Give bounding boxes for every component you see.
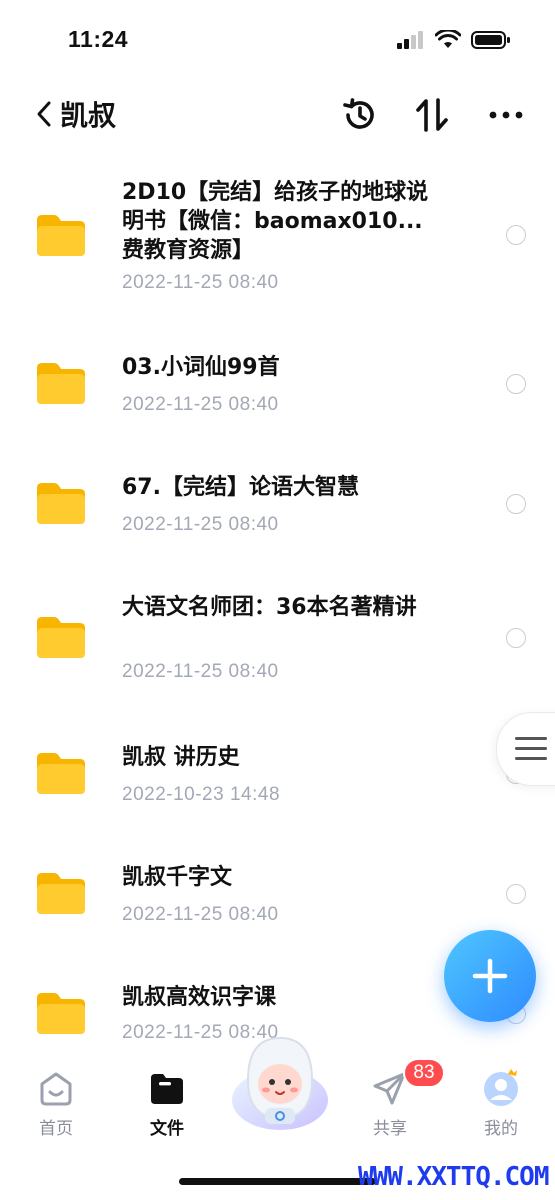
file-name: 凯叔千字文	[122, 865, 233, 890]
nav-bar: 凯叔	[0, 80, 555, 150]
list-item[interactable]: 大语文名师团：36本名著精讲 2022-11-25 08:40	[0, 590, 555, 690]
list-item[interactable]: 03.小词仙99首 2022-11-25 08:40	[0, 350, 555, 430]
mascot-icon	[232, 1036, 328, 1130]
chevron-left-icon	[37, 101, 51, 127]
folder-icon	[37, 483, 85, 524]
avatar-icon	[484, 1069, 518, 1106]
tab-label: 我的	[484, 1119, 518, 1139]
file-name: 凯叔 讲历史	[122, 745, 240, 770]
sort-icon	[416, 98, 448, 132]
status-icons	[397, 30, 511, 50]
folder-icon	[37, 617, 85, 658]
file-date: 2022-11-25 08:40	[122, 661, 279, 682]
home-icon	[40, 1072, 72, 1106]
list-item[interactable]: 凯叔千字文 2022-11-25 08:40	[0, 860, 555, 940]
page-title: 凯叔	[60, 99, 117, 132]
mascot-button[interactable]	[230, 1030, 330, 1130]
folder-icon	[37, 873, 85, 914]
file-date: 2022-10-23 14:48	[122, 784, 281, 805]
file-date: 2022-11-25 08:40	[122, 272, 279, 293]
file-name: 2D10【完结】给孩子的地球说明书【微信：baomax010...费教育资源】	[122, 180, 429, 263]
menu-icon	[515, 737, 547, 760]
history-icon	[343, 98, 374, 129]
file-name: 03.小词仙99首	[122, 355, 280, 380]
history-button[interactable]	[339, 94, 381, 136]
share-badge: 83	[403, 1058, 445, 1088]
tab-label: 共享	[373, 1119, 407, 1139]
tab-label: 文件	[150, 1119, 184, 1139]
file-date: 2022-11-25 08:40	[122, 394, 279, 415]
file-name: 67.【完结】论语大智慧	[122, 475, 359, 500]
tab-files[interactable]: 文件	[122, 1050, 212, 1150]
select-radio[interactable]	[506, 884, 526, 904]
file-name: 凯叔高效识字课	[122, 985, 277, 1010]
more-button[interactable]	[485, 94, 527, 136]
select-radio[interactable]	[506, 494, 526, 514]
status-time: 11:24	[68, 26, 129, 52]
add-button[interactable]	[444, 930, 536, 1022]
file-date: 2022-11-25 08:40	[122, 904, 279, 925]
tab-me[interactable]: 我的	[456, 1050, 546, 1150]
home-indicator	[179, 1178, 376, 1185]
back-button[interactable]: 凯叔	[36, 94, 116, 134]
folder-icon	[37, 753, 85, 794]
watermark: WWW.XXTTQ.COM	[358, 1162, 549, 1192]
select-radio[interactable]	[506, 628, 526, 648]
folder-icon	[151, 1074, 183, 1104]
list-item[interactable]: 2D10【完结】给孩子的地球说明书【微信：baomax010...费教育资源】 …	[0, 175, 555, 295]
status-bar: 11:24	[0, 0, 555, 80]
file-date: 2022-11-25 08:40	[122, 514, 279, 535]
signal-icon	[397, 31, 423, 49]
battery-icon	[471, 31, 510, 49]
list-item[interactable]: 凯叔 讲历史 2022-10-23 14:48	[0, 740, 555, 820]
folder-icon	[37, 363, 85, 404]
tab-label: 首页	[39, 1119, 73, 1139]
wifi-icon	[435, 30, 461, 48]
select-radio[interactable]	[506, 225, 526, 245]
file-name: 大语文名师团：36本名著精讲	[122, 595, 417, 620]
plus-icon	[472, 958, 508, 994]
folder-icon	[37, 215, 85, 256]
sort-button[interactable]	[411, 94, 453, 136]
more-icon	[489, 111, 523, 119]
select-radio[interactable]	[506, 374, 526, 394]
tab-home[interactable]: 首页	[11, 1050, 101, 1150]
folder-icon	[37, 993, 85, 1034]
list-item[interactable]: 67.【完结】论语大智慧 2022-11-25 08:40	[0, 470, 555, 550]
